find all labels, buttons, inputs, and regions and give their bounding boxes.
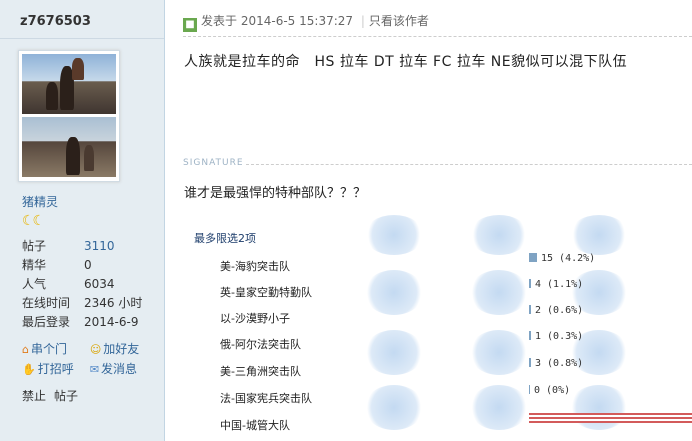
author-sidebar: z7676503 猪精灵 ☾☾ 帖子 3110 精华 0 人气 6034 在线时间 23… [0, 0, 165, 441]
moderation-links: 禁止 帖子 [22, 387, 86, 404]
house-icon: ⌂ [22, 343, 29, 356]
watermark-logo [569, 215, 629, 255]
header-divider [183, 36, 692, 38]
author-stats: 帖子 3110 精华 0 人气 6034 在线时间 2346 小时 最后登录 2014-6… [22, 237, 142, 332]
post-body: 人族就是拉车的命 HS 拉车 DT 拉车 FC 拉车 NE貌似可以混下队伍 [184, 54, 628, 70]
poll-result: 3 (0.8%) [529, 358, 583, 369]
stat-digest: 精华 0 [22, 258, 92, 272]
poll-result: 15 (4.2%) [529, 253, 595, 264]
watermark-logo [364, 385, 424, 430]
poll-bar [529, 331, 531, 340]
poll-bar [529, 305, 531, 314]
poll-result: 2 (0.6%) [529, 305, 583, 316]
watermark-logo [364, 270, 424, 315]
watermark-logo [469, 215, 529, 255]
poll-bar [529, 358, 531, 367]
add-friend-icon: ☺ [89, 343, 102, 356]
poll-result: 4 (1.1%) [529, 279, 583, 290]
stat-posts: 帖子 3110 [22, 239, 115, 253]
divider [0, 38, 164, 39]
posted-prefix: 发表于 [201, 14, 238, 28]
watermark-logo [569, 385, 629, 430]
poll-result: 1 (0.3%) [529, 331, 583, 342]
only-author-link[interactable]: 只看该作者 [369, 14, 429, 28]
watermark-logo [469, 270, 529, 315]
watermark-logo [469, 385, 529, 430]
avatar-photo-bottom [22, 117, 116, 177]
posts-link[interactable]: 帖子 [54, 389, 78, 403]
post-header: ■ 发表于 2014-6-5 15:37:27 | 只看该作者 [183, 12, 429, 32]
poll-bar [529, 253, 537, 262]
message-icon: ✉ [89, 363, 100, 376]
poll-option: 美-三角洲突击队 [220, 365, 301, 378]
stat-online-time: 在线时间 2346 小时 [22, 296, 143, 310]
poll-result: 0 (0%) [529, 385, 570, 396]
avatar-photo-top [22, 54, 116, 114]
stat-last-login: 最后登录 2014-6-9 [22, 315, 139, 329]
poll-max-choice: 最多限选2项 [194, 232, 256, 245]
level-stars-icon: ☾☾ [22, 213, 45, 229]
poll-option: 美-海豹突击队 [220, 260, 290, 273]
poll-image [184, 215, 692, 441]
message-button[interactable]: ✉ 发消息 [90, 359, 154, 379]
watermark-logo [364, 330, 424, 375]
red-stripes-decoration [529, 413, 692, 423]
author-nickname[interactable]: 猪精灵 [22, 193, 58, 210]
author-username[interactable]: z7676503 [20, 14, 91, 29]
poll-option: 俄-阿尔法突击队 [220, 338, 301, 351]
online-status-icon: ■ [183, 18, 197, 32]
greet-icon: ✋ [22, 363, 36, 376]
watermark-logo [469, 330, 529, 375]
poll-bar [529, 279, 531, 288]
poll-bar [529, 385, 530, 394]
poll-option: 中国-城管大队 [220, 419, 290, 432]
posted-time: 2014-6-5 15:37:27 [240, 14, 354, 28]
header-separator: | [360, 14, 365, 28]
ban-link[interactable]: 禁止 [22, 389, 46, 403]
greet-button[interactable]: ✋ 打招呼 [22, 359, 86, 379]
poll-option: 英-皇家空勤特勤队 [220, 286, 312, 299]
poll-title: 谁才是最强悍的特种部队？？？ [184, 186, 367, 201]
poll-option: 以-沙漠野小子 [220, 312, 290, 325]
signature-label: SIGNATURE [183, 158, 244, 168]
author-actions: ⌂ 串个门 ☺ 加好友 ✋ 打招呼 ✉ 发消息 [22, 339, 162, 379]
visit-button[interactable]: ⌂ 串个门 [22, 339, 86, 359]
poll-option: 法-国家宪兵突击队 [220, 392, 312, 405]
stat-popularity: 人气 6034 [22, 277, 115, 291]
signature-divider [246, 164, 692, 165]
watermark-logo [364, 215, 424, 255]
add-friend-button[interactable]: ☺ 加好友 [90, 339, 154, 359]
avatar[interactable] [18, 50, 120, 182]
